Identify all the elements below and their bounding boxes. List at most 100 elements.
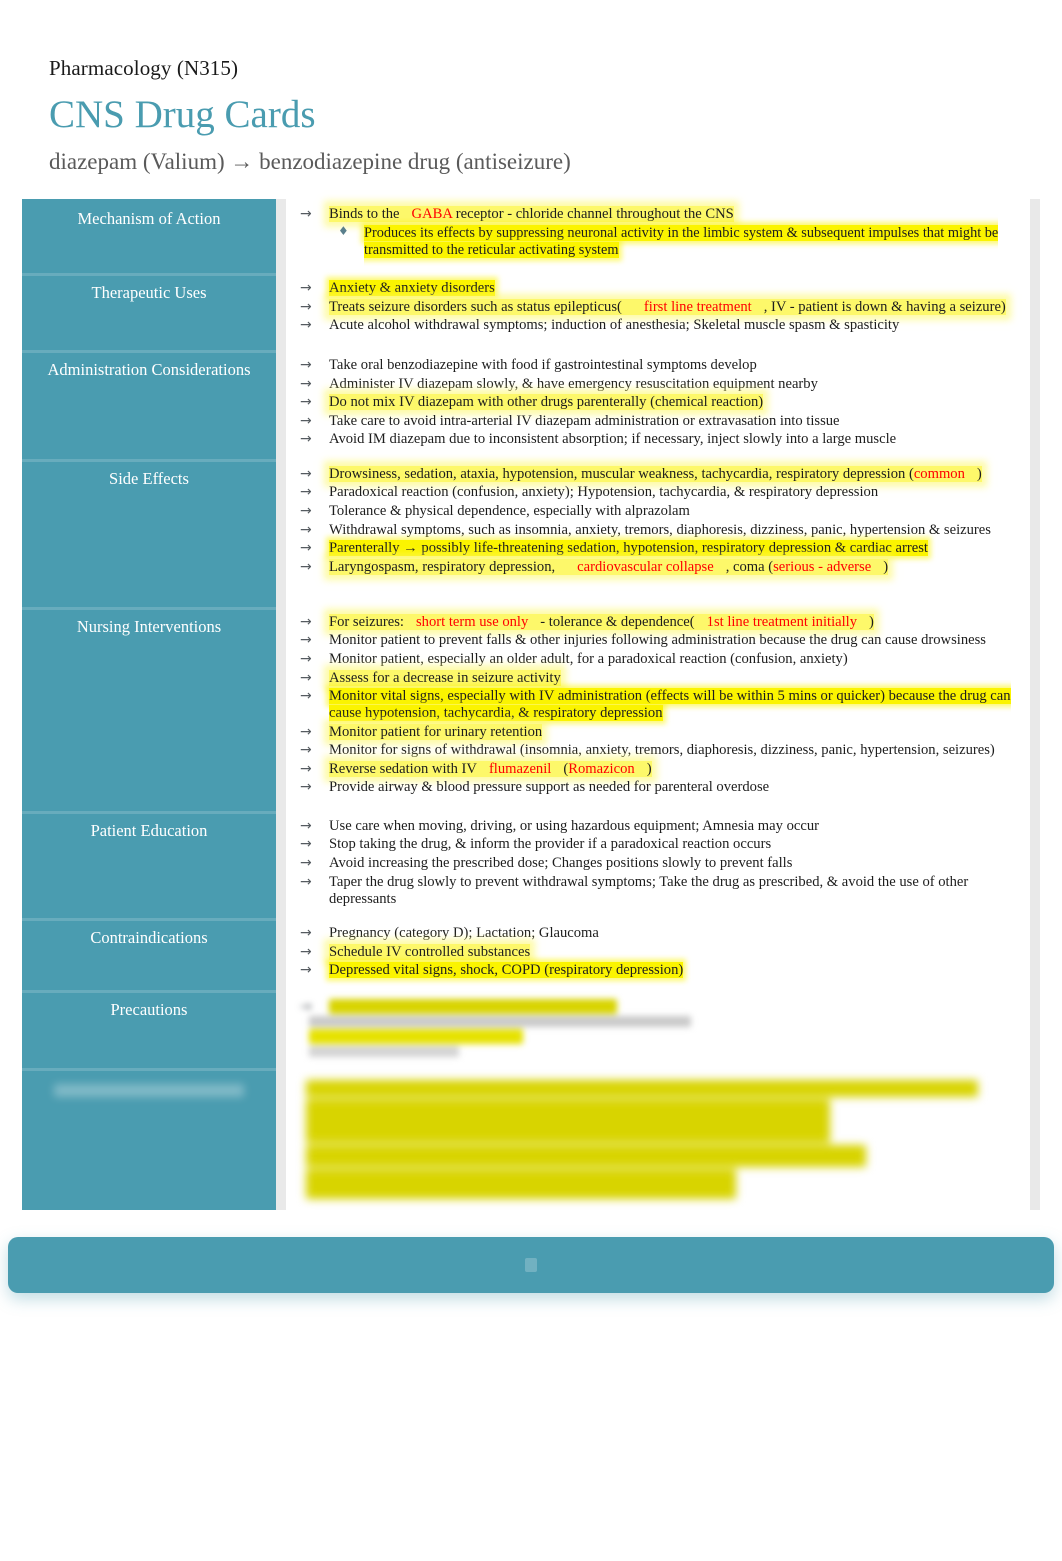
item-text: Monitor vital signs, especially with IV … bbox=[329, 688, 1011, 722]
item-text: Stop taking the drug, & inform the provi… bbox=[329, 836, 772, 853]
table-row: Therapeutic Uses → Anxiety & anxiety diso… bbox=[22, 273, 1040, 350]
item-text: Paradoxical reaction (confusion, anxiety… bbox=[329, 484, 879, 501]
redacted-label-bar bbox=[54, 1083, 244, 1097]
item-text: Laryngospasm, respiratory depression, bbox=[329, 558, 556, 575]
item-text: Acute alcohol withdrawal symptoms; induc… bbox=[329, 317, 900, 334]
section-content-nursing-interventions: → For seizures: short term use only - toler… bbox=[286, 606, 1030, 811]
list-item: → Stop taking the drug, & inform the prov… bbox=[296, 836, 1020, 853]
page-title: CNS Drug Cards bbox=[49, 93, 316, 136]
item-annotation: flumazenil bbox=[488, 760, 552, 777]
section-label-blurred bbox=[22, 1067, 276, 1210]
bullet-arrow-icon: → bbox=[300, 465, 312, 482]
section-label-therapeutic-uses: Therapeutic Uses bbox=[22, 273, 276, 350]
item-text-tail: ) bbox=[883, 558, 889, 575]
footer-mark-icon bbox=[525, 1258, 537, 1272]
page-header: Pharmacology (N315) CNS Drug Cards diaze… bbox=[49, 56, 1009, 174]
bullet-arrow-icon: → bbox=[300, 206, 312, 222]
item-annotation: short term use only bbox=[415, 613, 529, 630]
list-item: → Binds to the GABA receptor - chloride c… bbox=[296, 206, 1020, 259]
item-text: Monitor patient, especially an older adu… bbox=[329, 650, 848, 667]
redacted-text-bar bbox=[309, 1028, 523, 1044]
list-item: → Drowsiness, sedation, ataxia, hypotensi… bbox=[296, 465, 1020, 483]
bullet-arrow-icon: → bbox=[300, 998, 312, 1015]
bullet-arrow-icon: → bbox=[300, 854, 312, 871]
section-label-side-effects: Side Effects bbox=[22, 458, 276, 607]
section-content-patient-education: → Use care when moving, driving, or using… bbox=[286, 810, 1030, 919]
bullet-arrow-icon: → bbox=[300, 836, 312, 853]
table-row: Precautions → bbox=[22, 989, 1040, 1068]
bullet-arrow-icon: → bbox=[300, 357, 312, 373]
item-text: Pregnancy (category D); Lactation; Glauc… bbox=[329, 925, 599, 942]
item-text: Reverse sedation with IV bbox=[329, 760, 477, 777]
item-text: Avoid IM diazepam due to inconsistent ab… bbox=[329, 431, 897, 448]
item-text: Depressed vital signs, shock, COPD (resp… bbox=[329, 962, 684, 979]
bullet-arrow-icon: → bbox=[300, 688, 312, 705]
item-annotation: common bbox=[913, 465, 965, 482]
item-text-tail: , IV - patient is down & having a seizur… bbox=[763, 298, 1006, 315]
item-text-tail: ) bbox=[646, 760, 652, 777]
bullet-arrow-icon: → bbox=[300, 943, 312, 960]
list-item: → Withdrawal symptoms, such as insomnia, … bbox=[296, 522, 1020, 539]
item-text: Monitor patient for urinary retention bbox=[329, 723, 543, 740]
section-content-precautions: → bbox=[286, 989, 1030, 1068]
item-text: For seizures: bbox=[329, 613, 404, 630]
item-text: Monitor for signs of withdrawal (insomni… bbox=[329, 742, 995, 759]
bullet-arrow-icon: → bbox=[300, 317, 312, 334]
table-row bbox=[22, 1067, 1040, 1210]
list-item: → Avoid increasing the prescribed dose; C… bbox=[296, 855, 1020, 872]
list-item bbox=[296, 1028, 1020, 1044]
drug-card-table: Mechanism of Action → Binds to the GABA r… bbox=[22, 199, 1040, 1210]
section-content-administration-considerations: → Take oral benzodiazepine with food if g… bbox=[286, 350, 1030, 459]
item-text: Binds to the bbox=[329, 206, 400, 222]
page-subtitle: diazepam (Valium) → benzodiazepine drug … bbox=[49, 148, 571, 174]
list-item: → Pregnancy (category D); Lactation; Glau… bbox=[296, 925, 1020, 942]
list-item: → Monitor patient to prevent falls & othe… bbox=[296, 632, 1020, 649]
bullet-arrow-icon: → bbox=[300, 431, 312, 448]
item-annotation-2: Romazicon bbox=[568, 760, 635, 777]
section-content-mechanism-of-action: → Binds to the GABA receptor - chloride c… bbox=[286, 199, 1030, 273]
subitem-text: Produces its effects by suppressing neur… bbox=[364, 225, 999, 259]
table-row: Administration Considerations → Take oral… bbox=[22, 350, 1040, 459]
redacted-text-bar bbox=[306, 1079, 978, 1097]
list-item: → Avoid IM diazepam due to inconsistent a… bbox=[296, 431, 1020, 448]
item-text: Take care to avoid intra-arterial IV dia… bbox=[329, 412, 840, 429]
bullet-arrow-icon: → bbox=[300, 925, 312, 942]
item-text-mid: - tolerance & dependence( bbox=[540, 613, 695, 630]
bullet-arrow-icon: → bbox=[300, 394, 312, 411]
item-text: Schedule IV controlled substances bbox=[329, 943, 531, 960]
item-text: Provide airway & blood pressure support … bbox=[329, 779, 770, 796]
bullet-arrow-icon: → bbox=[300, 298, 312, 315]
list-item bbox=[296, 1045, 1020, 1057]
item-text: Treats seizure disorders such as status … bbox=[329, 298, 622, 315]
redacted-text-bar bbox=[306, 1168, 736, 1199]
footer-bar bbox=[8, 1237, 1054, 1293]
section-content-therapeutic-uses: → Anxiety & anxiety disorders → Treats sei… bbox=[286, 273, 1030, 350]
redacted-text-bar bbox=[329, 998, 617, 1014]
list-item: → Take care to avoid intra-arterial IV di… bbox=[296, 413, 1020, 430]
bullet-arrow-icon: → bbox=[300, 873, 312, 890]
item-text: Do not mix IV diazepam with other drugs … bbox=[329, 394, 764, 411]
section-label-patient-education: Patient Education bbox=[22, 810, 276, 919]
bullet-arrow-icon: → bbox=[300, 280, 312, 296]
table-row: Mechanism of Action → Binds to the GABA r… bbox=[22, 199, 1040, 273]
list-item: → Acute alcohol withdrawal symptoms; indu… bbox=[296, 317, 1020, 334]
section-label-precautions: Precautions bbox=[22, 989, 276, 1068]
list-item: → Use care when moving, driving, or using… bbox=[296, 818, 1020, 835]
bullet-arrow-icon: → bbox=[300, 613, 312, 630]
item-text: Drowsiness, sedation, ataxia, hypotensio… bbox=[329, 465, 914, 482]
table-row: Nursing Interventions → For seizures: shor… bbox=[22, 606, 1040, 811]
item-annotation: cardiovascular collapse bbox=[577, 558, 714, 575]
list-item: → Treats seizure disorders such as status… bbox=[296, 298, 1020, 316]
section-label-mechanism-of-action: Mechanism of Action bbox=[22, 199, 276, 273]
list-item: → bbox=[296, 998, 1020, 1015]
list-subitem: ♦ Produces its effects by suppressing ne… bbox=[329, 224, 1020, 259]
item-annotation: GABA bbox=[411, 206, 453, 222]
list-item: → Monitor for signs of withdrawal (insomn… bbox=[296, 742, 1020, 759]
list-item: → Take oral benzodiazepine with food if g… bbox=[296, 357, 1020, 374]
item-text-tail: ) bbox=[976, 465, 982, 482]
drug-card-page: Pharmacology (N315) CNS Drug Cards diaze… bbox=[0, 0, 1062, 1561]
section-label-nursing-interventions: Nursing Interventions bbox=[22, 606, 276, 811]
bullet-arrow-icon: → bbox=[300, 742, 312, 759]
bullet-arrow-icon: → bbox=[300, 521, 312, 538]
list-item: → Monitor vital signs, especially with IV… bbox=[296, 688, 1020, 722]
